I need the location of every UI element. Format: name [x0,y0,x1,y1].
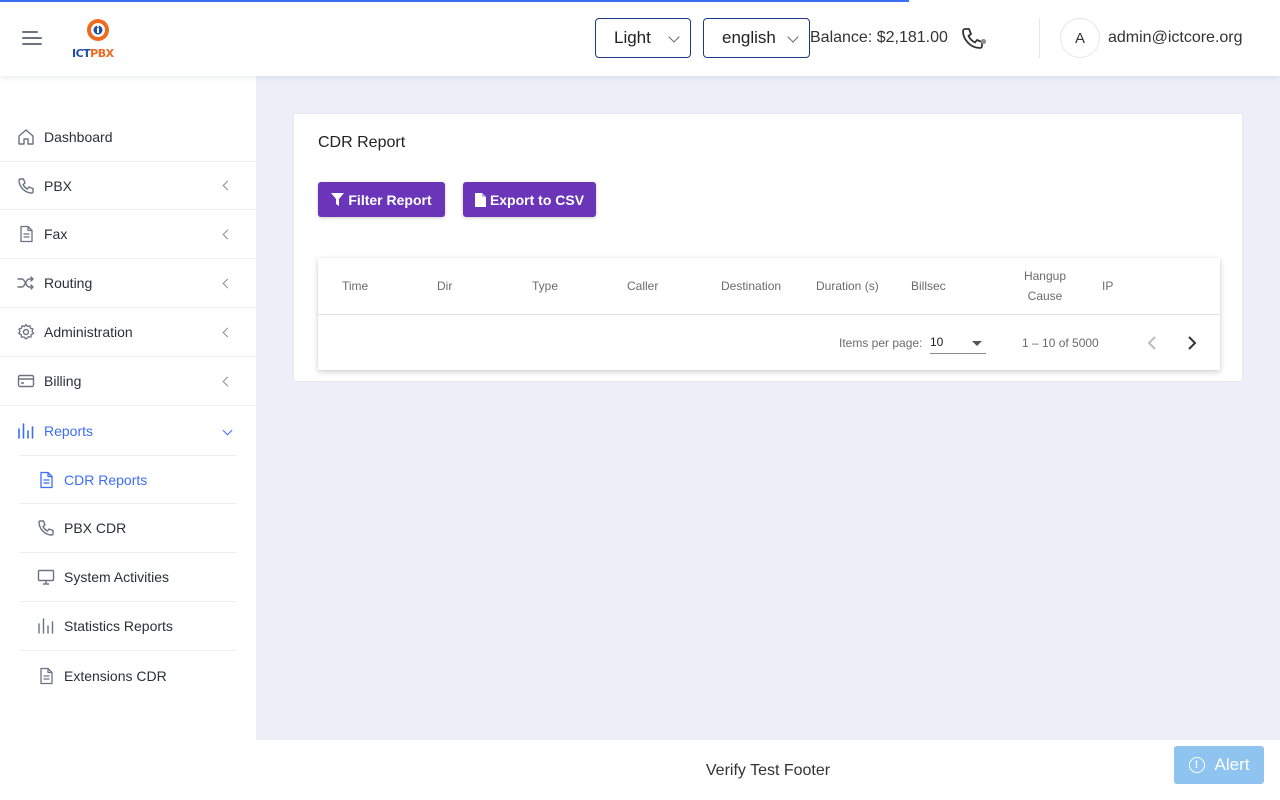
chevron-left-icon [222,180,233,191]
paginator: Items per page: 10 1 – 10 of 5000 [318,315,1220,370]
sidebar-subitem-cdr-reports[interactable]: CDR Reports [20,455,236,504]
document-icon [20,225,33,243]
filter-report-label: Filter Report [348,191,432,208]
alert-circle-icon: ! [1188,757,1205,773]
filter-icon [331,192,345,206]
gear-icon [18,323,35,340]
credit-card-icon [17,374,35,388]
sidebar-item-label: Billing [44,373,82,389]
loading-progress-bar [0,0,909,2]
sidebar-subitem-label: Extensions CDR [64,667,167,684]
next-page-icon[interactable] [1178,329,1206,357]
column-header-duration[interactable]: Duration (s) [816,258,879,314]
items-per-page-value: 10 [930,335,944,349]
sidebar-item-reports[interactable]: Reports [0,406,256,455]
theme-select-value: Light [614,28,651,47]
export-csv-label: Export to CSV [489,191,585,208]
sidebar-subitem-extensions-cdr[interactable]: Extensions CDR [20,651,236,700]
bar-chart-icon [18,422,34,439]
theme-select[interactable]: Light [595,18,691,58]
footer-text: Verify Test Footer [705,762,831,779]
balance-display: Balance: $2,181.00 [810,29,948,46]
sidebar-item-label: Reports [44,422,94,439]
chevron-down-icon [668,31,680,43]
previous-page-icon[interactable] [1138,329,1166,357]
sidebar-subitem-system-activities[interactable]: System Activities [20,553,236,602]
avatar[interactable]: A [1060,18,1100,58]
top-header: ICTPBX Light english Balance: $2,181.00 … [0,0,1280,76]
sidebar: Dashboard PBX Fax Routing Administration… [0,76,256,800]
chevron-left-icon [222,229,233,239]
sidebar-subitem-label: PBX CDR [64,520,127,536]
sidebar-item-fax[interactable]: Fax [0,210,256,259]
column-header-type[interactable]: Type [532,258,558,314]
column-header-caller[interactable]: Caller [627,258,658,314]
sidebar-item-pbx[interactable]: PBX [0,161,256,210]
sidebar-item-dashboard[interactable]: Dashboard [0,112,256,161]
document-icon [40,471,53,488]
sidebar-subitem-label: CDR Reports [64,471,148,488]
logo-text: ICTPBX [72,47,114,60]
cdr-table: Time Dir Type Caller Destination Duratio… [318,258,1220,370]
alert-label: Alert [1214,755,1250,774]
sidebar-item-label: Administration [44,324,133,340]
footer: Verify Test Footer [256,740,1280,800]
user-email[interactable]: admin@ictcore.org [1108,29,1243,47]
hamburger-menu-icon[interactable] [22,28,46,48]
cdr-report-card: CDR Report Filter Report Export to CSV T… [293,113,1243,382]
alert-button[interactable]: ! Alert [1174,746,1264,784]
filter-report-button[interactable]: Filter Report [318,182,445,217]
column-header-billsec[interactable]: Billsec [911,258,946,314]
phone-icon [38,520,54,536]
chevron-left-icon [222,327,233,337]
header-divider [1039,18,1040,58]
sidebar-item-label: Routing [44,275,93,291]
column-header-dir[interactable]: Dir [437,258,452,314]
sidebar-subitem-pbx-cdr[interactable]: PBX CDR [20,504,236,553]
ictpbx-logo[interactable]: ICTPBX [72,16,126,60]
column-header-destination[interactable]: Destination [721,258,781,314]
export-csv-button[interactable]: Export to CSV [463,182,596,217]
column-header-time[interactable]: Time [342,258,368,314]
monitor-icon [37,569,55,585]
sidebar-item-routing[interactable]: Routing [0,259,256,308]
sidebar-item-administration[interactable]: Administration [0,308,256,357]
document-icon [40,667,53,684]
dropdown-arrow-icon [972,341,982,346]
items-per-page-select[interactable]: 10 [930,330,986,354]
column-header-hangup-cause[interactable]: Hangup Cause [1015,258,1075,314]
softphone-icon[interactable] [960,26,988,50]
sidebar-subitem-label: System Activities [64,569,170,585]
phone-icon [18,177,34,194]
chevron-left-icon [222,376,233,386]
chevron-down-icon [787,31,799,43]
pagination-range: 1 – 10 of 5000 [1022,336,1099,350]
chevron-left-icon [222,278,233,288]
column-header-ip[interactable]: IP [1102,258,1113,314]
sidebar-item-label: Fax [44,226,68,242]
sidebar-item-billing[interactable]: Billing [0,357,256,406]
shuffle-icon [17,276,34,290]
page-title: CDR Report [318,134,406,151]
home-icon [18,128,34,145]
items-per-page-label: Items per page: [839,336,923,350]
language-select[interactable]: english [703,18,810,58]
sidebar-subitem-label: Statistics Reports [64,618,173,634]
sidebar-item-label: Dashboard [44,128,113,145]
file-icon [474,192,486,207]
sidebar-subitem-statistics-reports[interactable]: Statistics Reports [20,602,236,651]
language-select-value: english [722,28,776,47]
sidebar-item-label: PBX [44,177,73,194]
bar-chart-icon [38,618,54,634]
chevron-down-icon [222,425,233,436]
